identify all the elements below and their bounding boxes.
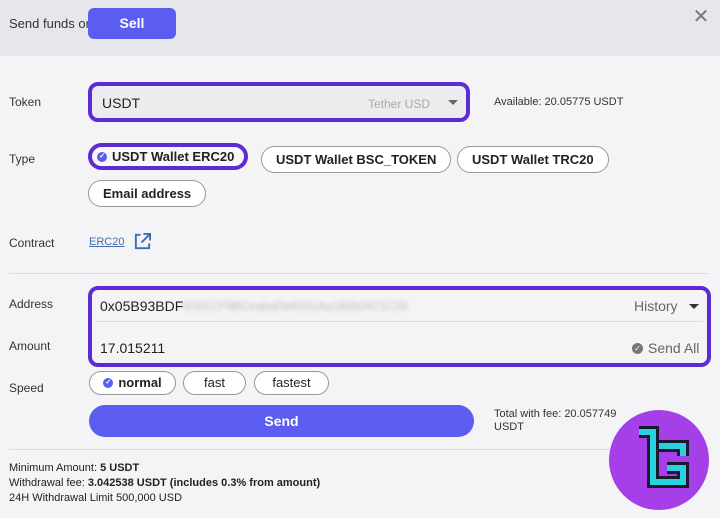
min-label: Minimum Amount: [9, 462, 101, 474]
check-icon: ✓ [97, 151, 107, 162]
withdrawal-limit: 24H Withdrawal Limit 500,000 USD [9, 492, 183, 504]
contract-label: Contract [9, 236, 55, 250]
type-option-email[interactable]: Email address [88, 180, 207, 207]
speed-option-label: fastest [272, 375, 311, 390]
check-icon: ✓ [103, 377, 114, 388]
fee-value: 3.042538 USDT (includes 0.3% from amount… [87, 477, 321, 489]
min-value: 5 USDT [100, 462, 140, 474]
type-option-bsc[interactable]: USDT Wallet BSC_TOKEN [261, 146, 452, 173]
type-option-label: USDT Wallet ERC20 [112, 149, 235, 164]
type-option-erc20[interactable]: ✓ USDT Wallet ERC20 [88, 143, 249, 170]
divider [9, 273, 709, 274]
divider [9, 449, 709, 450]
close-icon[interactable]: ✕ [690, 6, 712, 28]
header-bar: Send funds or Sell ✕ [0, 0, 720, 56]
speed-option-fastest[interactable]: fastest [254, 371, 329, 395]
token-select[interactable]: USDT Tether USD [88, 82, 470, 122]
amount-input[interactable]: 17.015211 [100, 340, 165, 356]
token-value: USDT [102, 95, 141, 111]
type-option-label: USDT Wallet BSC_TOKEN [276, 152, 437, 167]
send-funds-text: Send funds or [9, 16, 90, 31]
contract-link[interactable]: ERC20 [89, 236, 124, 248]
check-icon: ✓ [632, 342, 643, 354]
field-separator [96, 321, 703, 322]
address-label: Address [9, 297, 54, 311]
speed-option-label: fast [204, 375, 225, 390]
address-input[interactable]: 0x05B93BDF [100, 298, 183, 314]
send-button[interactable]: Send [89, 405, 474, 437]
speed-option-label: normal [118, 375, 162, 390]
send-all-button[interactable]: ✓ Send All [632, 340, 699, 356]
type-label: Type [9, 152, 36, 166]
type-option-trc20[interactable]: USDT Wallet TRC20 [457, 146, 609, 173]
speed-option-fast[interactable]: fast [183, 371, 246, 395]
address-amount-group: 0x05B93BDF 8181CF9BCeabaDe8331Aa182b2471… [88, 286, 711, 367]
type-option-label: USDT Wallet TRC20 [472, 152, 594, 167]
token-label: Token [9, 95, 42, 109]
chevron-down-icon[interactable] [689, 304, 699, 309]
available-balance: Available: 20.05775 USDT [494, 96, 624, 108]
token-subtitle: Tether USD [368, 97, 431, 111]
external-link-icon[interactable] [133, 232, 152, 251]
sell-button[interactable]: Sell [88, 8, 176, 39]
speed-label: Speed [9, 381, 44, 395]
chevron-down-icon [448, 100, 458, 105]
fee-label: Withdrawal fee: [9, 477, 88, 489]
speed-option-normal[interactable]: ✓ normal [89, 371, 176, 395]
send-all-label: Send All [648, 340, 700, 356]
minimum-amount: Minimum Amount: 5 USDT [9, 462, 139, 474]
withdrawal-fee: Withdrawal fee: 3.042538 USDT (includes … [9, 477, 320, 489]
type-option-label: Email address [103, 186, 192, 201]
history-dropdown[interactable]: History [634, 298, 678, 314]
amount-label: Amount [9, 339, 51, 353]
brand-logo [609, 410, 709, 510]
address-obscured: 8181CF9BCeabaDe8331Aa182b2471C20 [183, 299, 408, 313]
